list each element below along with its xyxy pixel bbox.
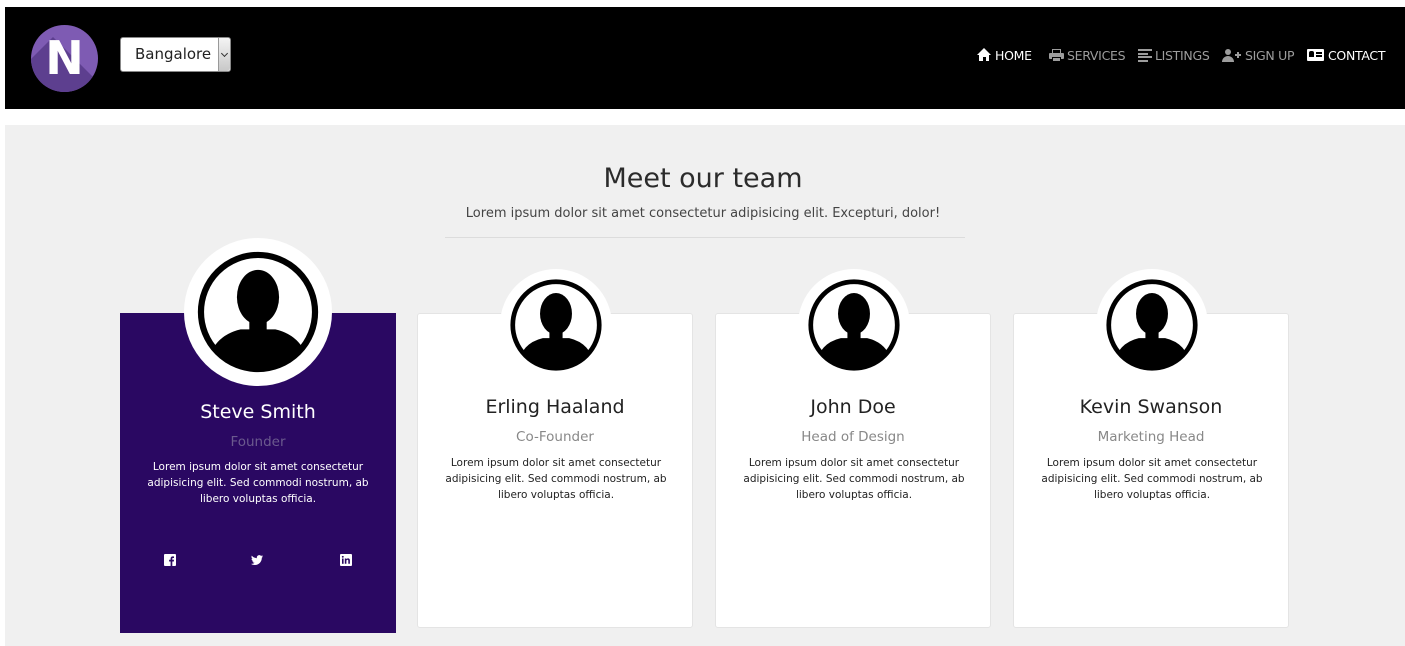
list-icon [1138,49,1152,62]
nav-services-label: SERVICES [1067,47,1126,63]
member-role: Marketing Head [1097,429,1205,445]
avatar [184,238,332,386]
member-name: Erling Haaland [485,396,625,418]
team-card: John Doe Head of Design Lorem ipsum dolo… [715,269,991,628]
member-bio: Lorem ipsum dolor sit amet consectetur a… [1041,457,1263,501]
facebook-icon[interactable] [164,554,176,566]
nav-home[interactable]: HOME [976,46,1032,64]
member-bio: Lorem ipsum dolor sit amet consectetur a… [147,461,369,505]
user-silhouette-icon [510,279,602,371]
team-card-featured: Steve Smith Founder Lorem ipsum dolor si… [120,238,396,633]
divider [445,237,965,238]
chevron-down-icon[interactable] [218,38,230,71]
member-name: Steve Smith [200,401,316,423]
linkedin-icon[interactable] [340,554,352,566]
logo[interactable]: N [31,25,98,92]
nav-listings[interactable]: LISTINGS [1138,46,1210,64]
member-name: John Doe [810,396,896,418]
team-card: Kevin Swanson Marketing Head Lorem ipsum… [1013,269,1289,628]
user-silhouette-icon [1106,279,1198,371]
user-silhouette-icon [808,279,900,371]
avatar [500,269,612,381]
nav-signup[interactable]: SIGN UP [1222,46,1295,64]
nav-contact-label: CONTACT [1328,47,1386,63]
logo-letter: N [45,31,84,85]
nav-listings-label: LISTINGS [1155,47,1210,63]
member-role: Founder [230,434,286,450]
city-select-value: Bangalore [135,45,212,63]
nav-contact[interactable]: CONTACT [1307,46,1385,64]
twitter-icon[interactable] [251,554,263,566]
user-silhouette-icon [197,251,319,373]
member-bio: Lorem ipsum dolor sit amet consectetur a… [743,457,965,501]
nav-signup-label: SIGN UP [1245,47,1295,63]
print-icon [1049,48,1064,62]
avatar [798,269,910,381]
city-select[interactable]: Bangalore [120,37,231,72]
section-title: Meet our team [603,163,803,194]
nav-services[interactable]: SERVICES [1049,46,1126,64]
user-plus-icon [1222,48,1242,62]
avatar [1096,269,1208,381]
team-card: Erling Haaland Co-Founder Lorem ipsum do… [417,269,693,628]
member-name: Kevin Swanson [1079,396,1223,418]
member-role: Co-Founder [516,429,594,445]
navbar: N Bangalore HOME SERVICES LISTINGS SIGN [5,7,1405,109]
section-subtitle: Lorem ipsum dolor sit amet consectetur a… [465,206,941,221]
team-section: Meet our team Lorem ipsum dolor sit amet… [5,125,1405,646]
home-icon [976,48,992,62]
contact-card-icon [1307,49,1324,61]
member-bio: Lorem ipsum dolor sit amet consectetur a… [445,457,667,501]
nav-home-label: HOME [995,47,1032,63]
member-role: Head of Design [801,429,905,445]
